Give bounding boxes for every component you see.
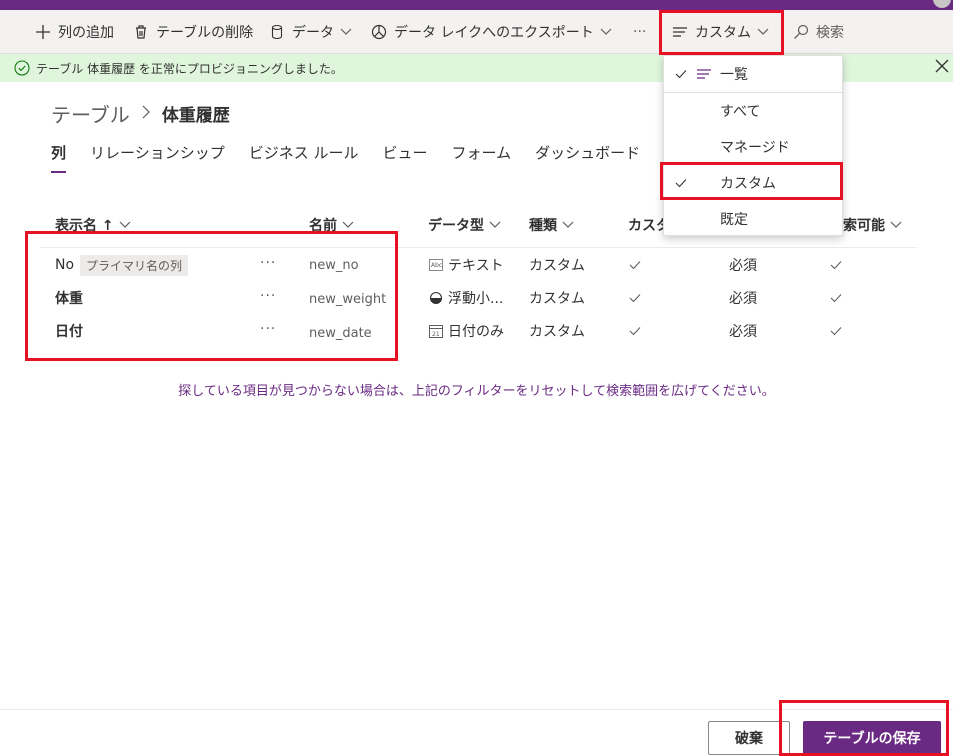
searchable-check-icon: [829, 324, 843, 338]
export-icon: [370, 23, 388, 41]
tab-relationships[interactable]: リレーションシップ: [90, 142, 225, 168]
highlight-save-button: [779, 700, 949, 756]
data-type-header-label: データ型: [428, 218, 484, 234]
chevron-down-icon: [340, 28, 352, 36]
delete-table-label: テーブルの削除: [156, 25, 254, 41]
dropdown-item-label: すべて: [720, 104, 761, 120]
column-header-searchable[interactable]: 索可能: [843, 210, 902, 240]
text-type-icon: Abc: [428, 257, 444, 273]
tab-dashboards[interactable]: ダッシュボード: [535, 142, 640, 168]
dropdown-item-label: 既定: [720, 212, 748, 228]
discard-button[interactable]: 破棄: [708, 721, 790, 755]
chevron-right-icon: [142, 104, 150, 123]
data-type-label: テキスト: [448, 258, 504, 274]
trash-icon: [132, 23, 150, 41]
row-kind: カスタム: [529, 291, 585, 307]
data-menu-button[interactable]: データ: [268, 10, 352, 54]
date-type-icon: 21: [428, 323, 444, 339]
highlight-view-selector: [659, 10, 784, 55]
more-commands-label: ···: [633, 24, 647, 40]
tab-forms[interactable]: フォーム: [452, 142, 512, 168]
row-data-type: Abc テキスト: [428, 252, 504, 278]
breadcrumb-current: 体重履歴: [161, 105, 230, 126]
chevron-down-icon: [600, 28, 612, 36]
dropdown-item-label: 一覧: [720, 67, 748, 83]
add-column-button[interactable]: 列の追加: [34, 10, 114, 54]
float-type-icon: [428, 290, 444, 306]
database-icon: [268, 23, 286, 41]
top-app-bar: [0, 0, 953, 10]
search-icon: [792, 23, 810, 41]
searchable-check-icon: [829, 291, 843, 305]
tab-views[interactable]: ビュー: [383, 142, 428, 168]
row-kind: カスタム: [529, 324, 585, 340]
dropdown-item-default[interactable]: 既定: [664, 201, 844, 237]
searchable-header-label: 索可能: [843, 218, 885, 234]
custom-check-icon: [628, 324, 642, 338]
chevron-down-icon: [489, 221, 501, 229]
check-icon: [674, 67, 688, 81]
plus-icon: [34, 23, 52, 41]
row-kind: カスタム: [529, 258, 585, 274]
delete-table-button[interactable]: テーブルの削除: [132, 10, 253, 54]
close-icon: [935, 59, 949, 77]
dropdown-item-managed[interactable]: マネージド: [664, 129, 844, 165]
success-message-text: テーブル 体重履歴 を正常にプロビジョニングしました。: [36, 61, 343, 76]
row-data-type: 浮動小...: [428, 285, 503, 311]
table-tabs: 列 リレーションシップ ビジネス ルール ビュー フォーム ダッシュボード グラ: [51, 142, 718, 173]
column-header-data-type[interactable]: データ型: [428, 210, 501, 240]
chevron-down-icon: [119, 221, 131, 229]
search-label: 検索: [816, 25, 844, 41]
view-filter-dropdown: 一覧 すべて マネージド カスタム 既定: [663, 55, 844, 237]
searchable-check-icon: [829, 258, 843, 272]
row-required: 必須: [729, 258, 757, 274]
data-type-label: 浮動小...: [448, 291, 504, 307]
kind-header-label: 種類: [529, 218, 557, 234]
tab-columns[interactable]: 列: [51, 142, 67, 173]
success-check-icon: [14, 60, 30, 76]
list-lines-icon: [696, 68, 712, 82]
dropdown-item-list[interactable]: 一覧: [664, 56, 844, 92]
highlight-custom-option: [660, 162, 843, 200]
close-message-button[interactable]: [931, 54, 953, 82]
add-column-label: 列の追加: [58, 25, 114, 41]
dropdown-item-label: マネージド: [720, 140, 790, 156]
row-data-type: 21 日付のみ: [428, 318, 504, 344]
breadcrumb-tables-link[interactable]: テーブル: [51, 99, 130, 128]
chevron-down-icon: [342, 221, 354, 229]
custom-check-icon: [628, 258, 642, 272]
highlight-custom-columns: [25, 231, 398, 361]
more-commands-button[interactable]: ···: [633, 10, 646, 54]
breadcrumb: テーブル 体重履歴: [51, 99, 230, 127]
dropdown-item-all[interactable]: すべて: [664, 93, 844, 129]
export-datalake-button[interactable]: データ レイクへのエクスポート: [370, 10, 612, 54]
column-header-kind[interactable]: 種類: [529, 210, 574, 240]
command-bar: 列の追加 テーブルの削除 データ データ レイクへのエクスポート ··· カスタ…: [0, 10, 953, 54]
search-box[interactable]: 検索: [792, 10, 844, 54]
svg-text:21: 21: [432, 331, 440, 338]
chevron-down-icon: [890, 221, 902, 229]
row-required: 必須: [729, 324, 757, 340]
row-required: 必須: [729, 291, 757, 307]
custom-check-icon: [628, 291, 642, 305]
export-datalake-label: データ レイクへのエクスポート: [394, 25, 594, 41]
data-menu-label: データ: [292, 25, 334, 41]
chevron-down-icon: [562, 221, 574, 229]
tab-business-rules[interactable]: ビジネス ルール: [249, 142, 359, 168]
data-type-label: 日付のみ: [448, 324, 504, 340]
svg-text:Abc: Abc: [431, 262, 442, 269]
empty-results-notice: 探している項目が見つからない場合は、上記のフィルターをリセットして検索範囲を広げ…: [178, 384, 775, 399]
